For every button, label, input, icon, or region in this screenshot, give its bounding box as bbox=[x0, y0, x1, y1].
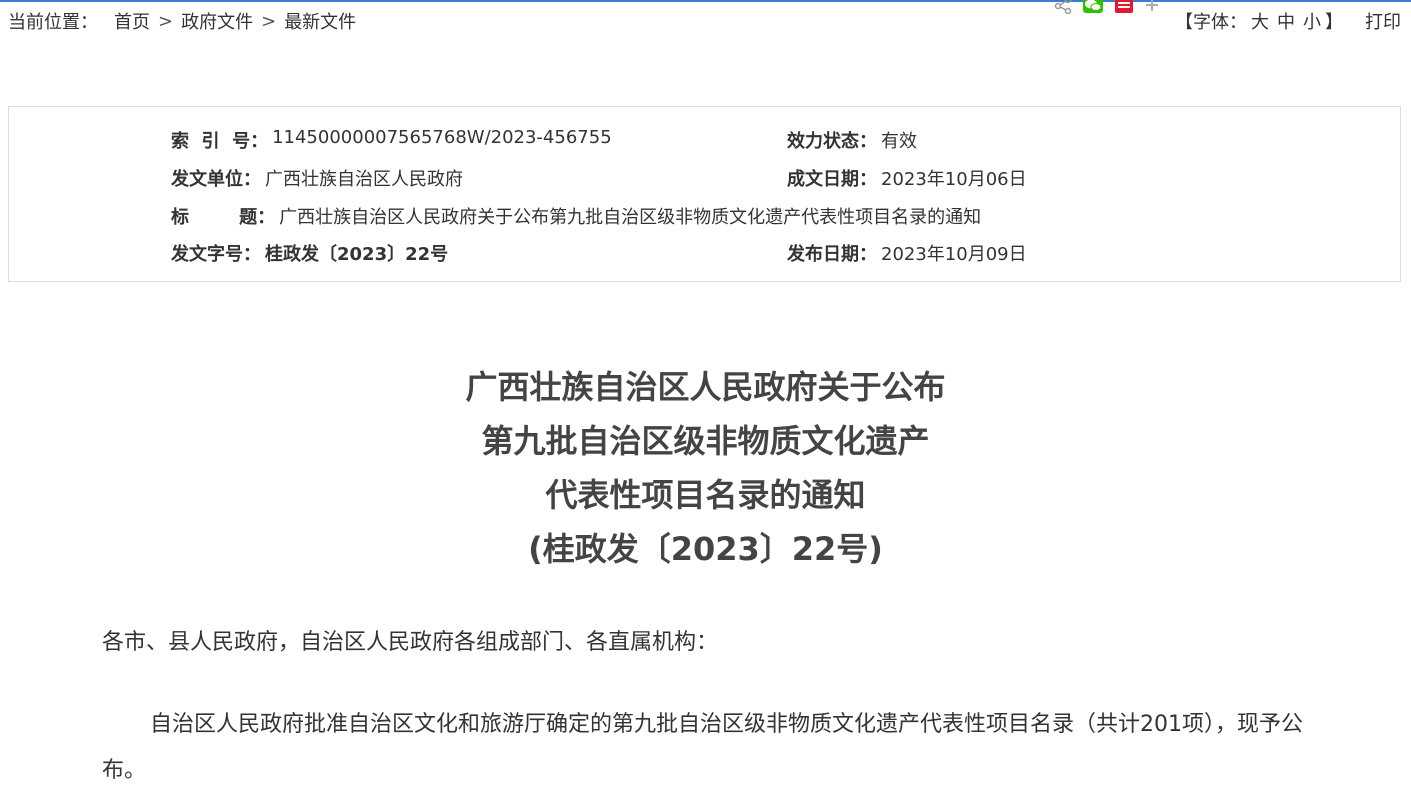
font-size-label: 【字体： bbox=[1175, 12, 1247, 33]
share-toolbar bbox=[1054, 0, 1160, 18]
title-label: 标 题： bbox=[171, 207, 276, 228]
breadcrumb: 当前位置： 首页 > 政府文件 > 最新文件 bbox=[8, 8, 356, 34]
print-button[interactable]: 打印 bbox=[1365, 8, 1401, 34]
metadata-written-date-row: 成文日期： 2023年10月06日 bbox=[787, 165, 1027, 191]
index-number-label: 索 引 号： bbox=[171, 131, 269, 152]
document-salutation: 各市、县人民政府，自治区人民政府各组成部门、各直属机构： bbox=[102, 630, 719, 655]
document-number-label: 发文字号： bbox=[171, 244, 261, 265]
metadata-issuer-row: 发文单位： 广西壮族自治区人民政府 bbox=[171, 165, 463, 191]
breadcrumb-separator: > bbox=[158, 10, 174, 32]
paragraph-text: 自治区人民政府批准自治区文化和旅游厅确定的第九批自治区级非物质文化遗产代表性项目… bbox=[102, 712, 1303, 783]
validity-status-value: 有效 bbox=[881, 131, 917, 152]
breadcrumb-label: 当前位置： bbox=[8, 12, 98, 33]
publish-date-label: 发布日期： bbox=[787, 244, 877, 265]
document-title-line: 第九批自治区级非物质文化遗产 bbox=[481, 422, 930, 460]
share-icon[interactable] bbox=[1054, 0, 1072, 18]
breadcrumb-gov-docs-link[interactable]: 政府文件 bbox=[181, 8, 253, 34]
issuer-value: 广西壮族自治区人民政府 bbox=[265, 169, 463, 190]
written-date-label: 成文日期： bbox=[787, 169, 877, 190]
metadata-index-row: 索 引 号： 11450000007565768W/2023-456755 bbox=[171, 127, 612, 153]
document-paragraph: 自治区人民政府批准自治区文化和旅游厅确定的第九批自治区级非物质文化遗产代表性项目… bbox=[102, 702, 1322, 794]
document-title-line: 代表性项目名录的通知 bbox=[545, 476, 866, 514]
document-number-value: 桂政发〔2023〕22号 bbox=[265, 244, 449, 265]
wechat-icon[interactable] bbox=[1082, 0, 1104, 18]
metadata-status-row: 效力状态： 有效 bbox=[787, 127, 917, 153]
weibo-icon[interactable] bbox=[1114, 0, 1134, 18]
article-tools: 【字体： 大 中 小 】 打印 bbox=[1175, 8, 1401, 34]
document-title-line: 广西壮族自治区人民政府关于公布 bbox=[465, 368, 946, 406]
written-date-value: 2023年10月06日 bbox=[881, 169, 1027, 190]
metadata-title-row: 标 题： 广西壮族自治区人民政府关于公布第九批自治区级非物质文化遗产代表性项目名… bbox=[171, 203, 981, 229]
document-title: 广西壮族自治区人民政府关于公布 第九批自治区级非物质文化遗产 代表性项目名录的通… bbox=[0, 360, 1411, 576]
title-value: 广西壮族自治区人民政府关于公布第九批自治区级非物质文化遗产代表性项目名录的通知 bbox=[279, 207, 982, 228]
publish-date-value: 2023年10月09日 bbox=[881, 244, 1027, 265]
top-accent-line bbox=[0, 0, 1411, 2]
metadata-publish-date-row: 发布日期： 2023年10月09日 bbox=[787, 240, 1027, 266]
font-size-small-button[interactable]: 小 bbox=[1303, 8, 1321, 34]
validity-status-label: 效力状态： bbox=[787, 131, 877, 152]
breadcrumb-separator: > bbox=[261, 10, 277, 32]
index-number-value: 11450000007565768W/2023-456755 bbox=[272, 127, 612, 148]
font-size-large-button[interactable]: 大 bbox=[1251, 8, 1269, 34]
breadcrumb-latest-docs-link[interactable]: 最新文件 bbox=[284, 8, 356, 34]
plus-icon[interactable] bbox=[1144, 0, 1160, 18]
issuer-label: 发文单位： bbox=[171, 169, 261, 190]
breadcrumb-home-link[interactable]: 首页 bbox=[114, 8, 150, 34]
document-metadata-panel: 索 引 号： 11450000007565768W/2023-456755 效力… bbox=[8, 106, 1401, 282]
document-title-docno: (桂政发〔2023〕22号) bbox=[528, 530, 883, 568]
metadata-docno-row: 发文字号： 桂政发〔2023〕22号 bbox=[171, 240, 448, 266]
font-size-medium-button[interactable]: 中 bbox=[1277, 8, 1295, 34]
font-size-suffix: 】 bbox=[1325, 12, 1343, 33]
